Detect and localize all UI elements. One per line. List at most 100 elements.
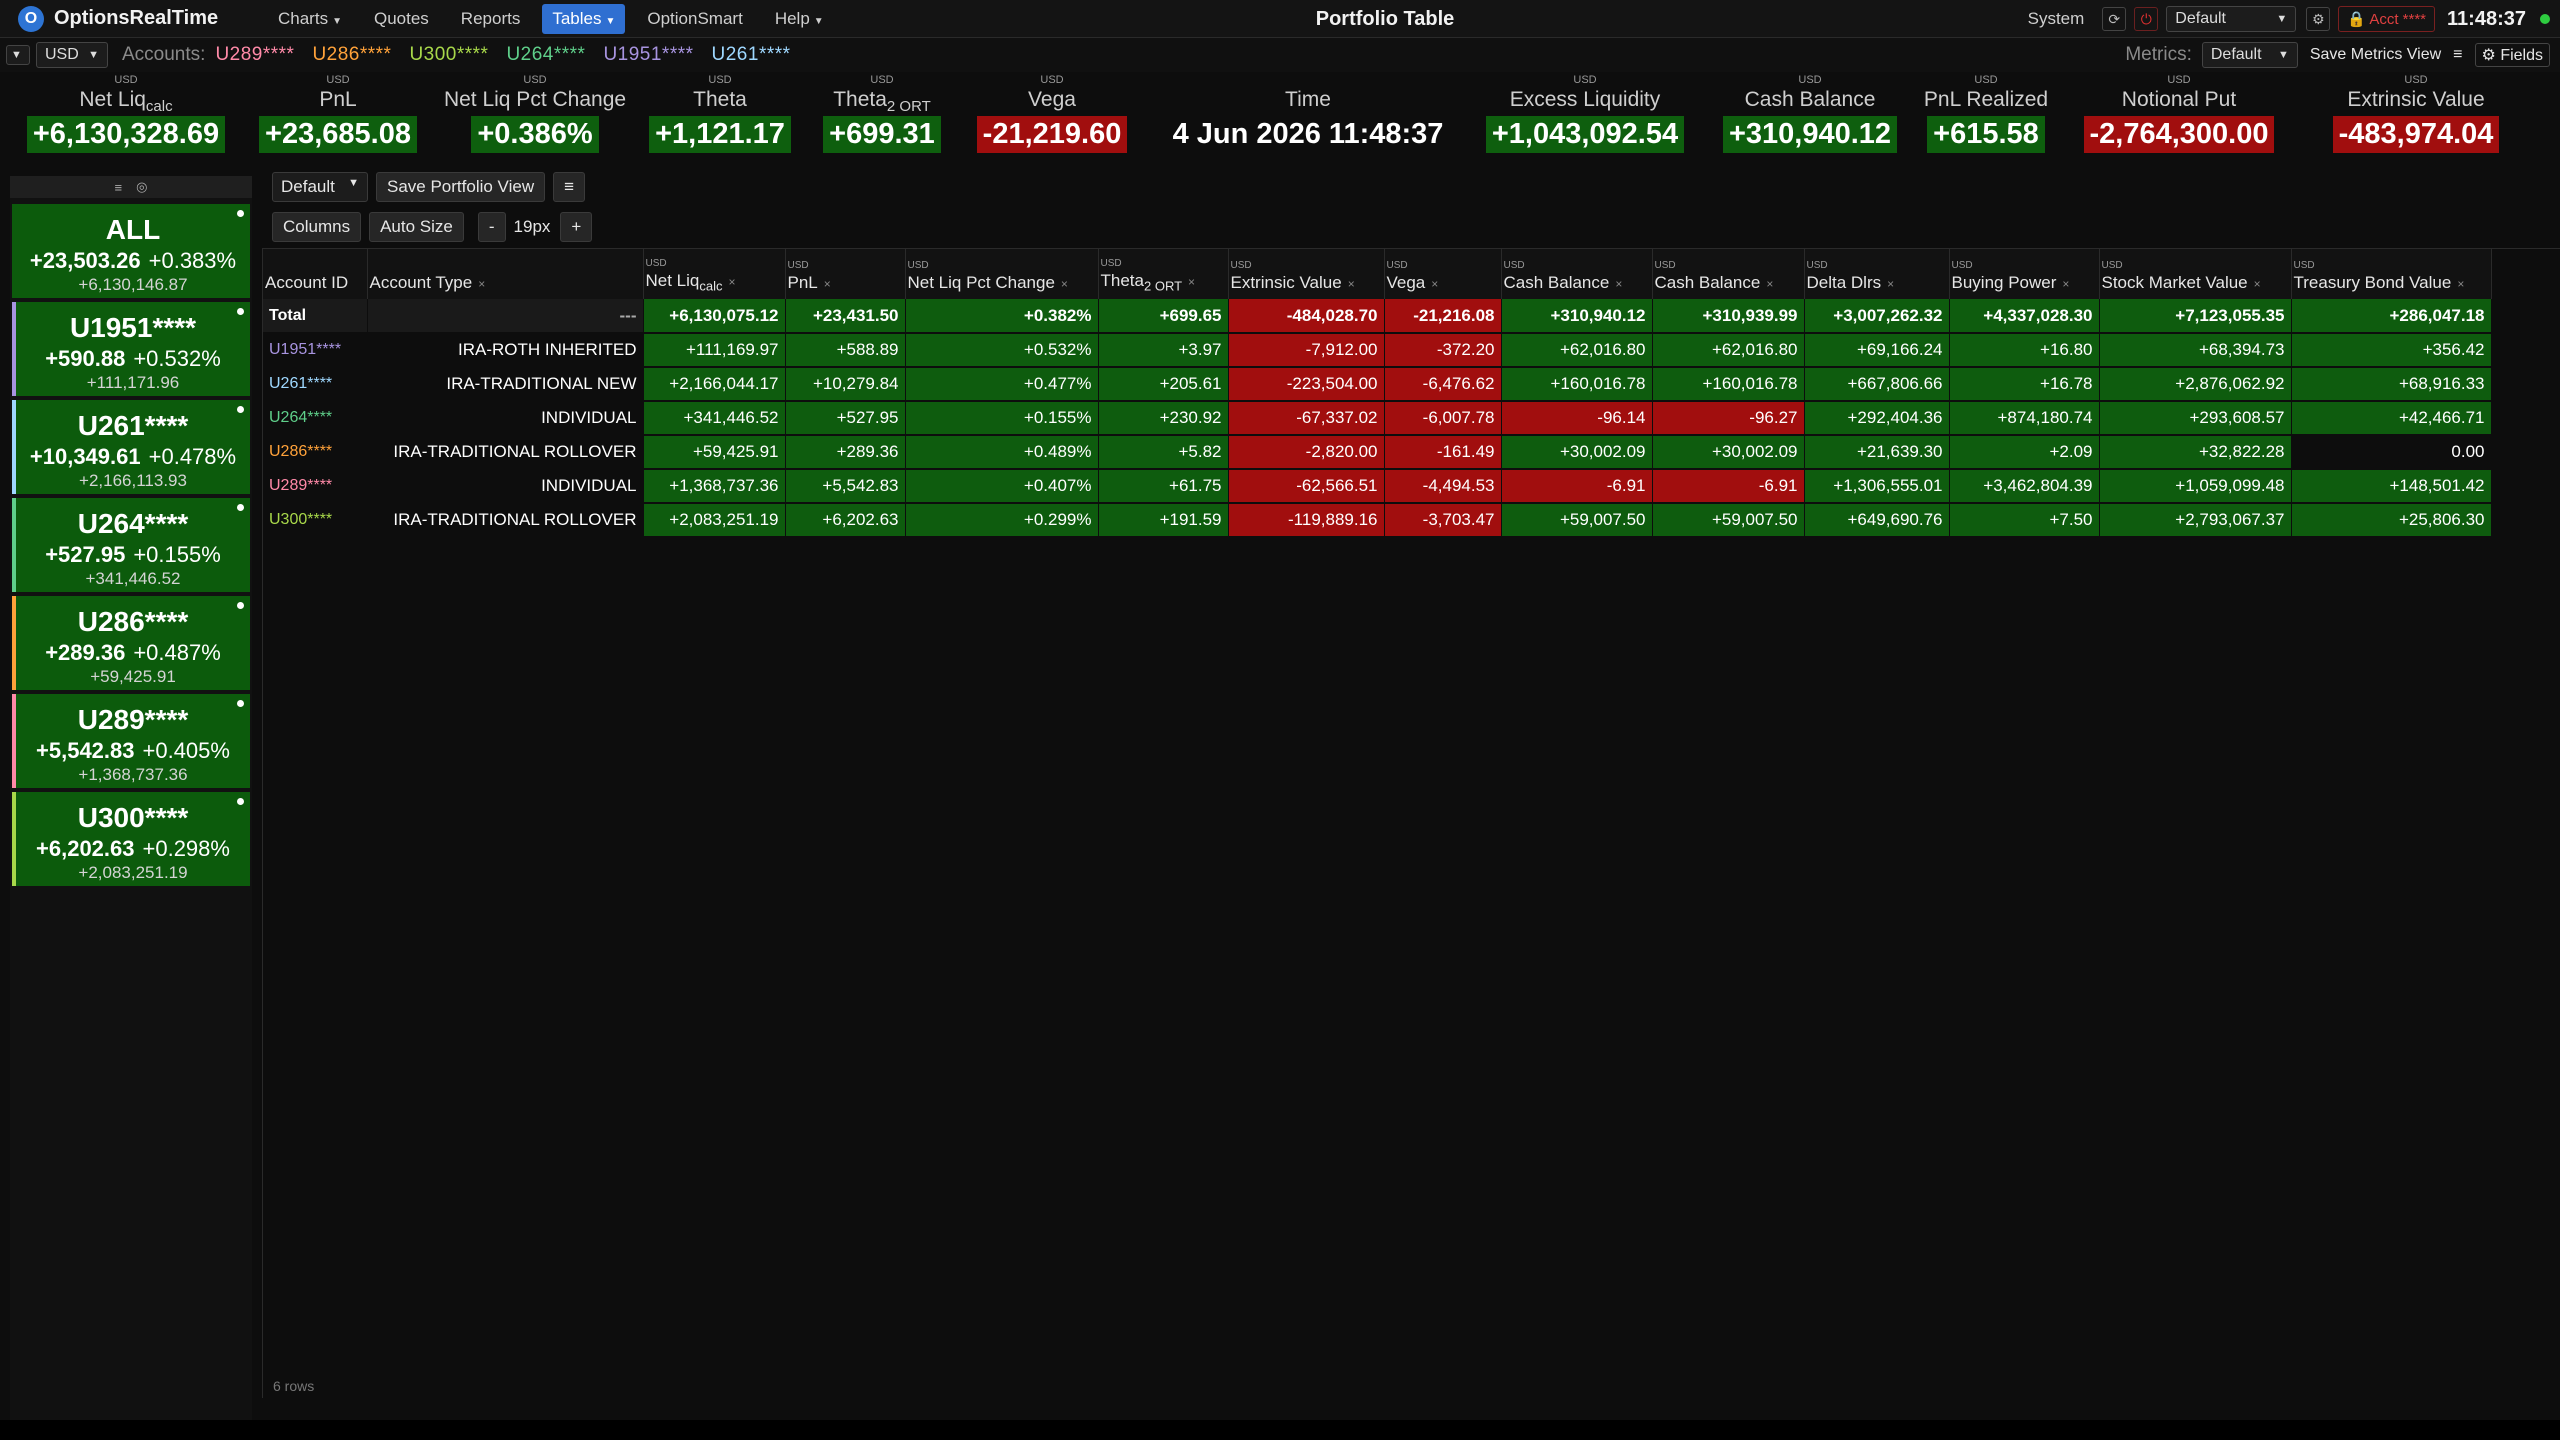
column-header[interactable]: USD Net Liqcalc × [643,249,786,299]
profile-select[interactable]: Default ▼ [2166,6,2297,32]
column-header[interactable]: Account Type × [367,249,644,299]
metric-theta[interactable]: USD Theta +1,121.17 [642,74,798,164]
column-header[interactable]: USD Buying Power × [1949,249,2100,299]
portfolio-view-select[interactable]: Default ▼ [272,172,368,202]
metric-net-liq-pct-change[interactable]: USD Net Liq Pct Change +0.386% [432,74,638,164]
column-header[interactable]: USD Stock Market Value × [2099,249,2292,299]
cell-account-id[interactable]: Total [263,299,368,334]
table-row[interactable]: U1951**** IRA-ROTH INHERITED +111,169.97 +5… [263,333,2492,368]
remove-column-icon[interactable]: × [1431,277,1438,291]
table-row[interactable]: U300**** IRA-TRADITIONAL ROLLOVER +2,083,2… [263,503,2492,538]
collapse-toggle[interactable]: ▼ [6,45,30,65]
target-icon[interactable]: ◎ [136,179,147,195]
metric-excess-liquidity[interactable]: USD Excess Liquidity +1,043,092.54 [1470,74,1700,164]
metrics-profile-select[interactable]: Default ▼ [2201,42,2298,68]
metric-notional-put[interactable]: USD Notional Put -2,764,300.00 [2062,74,2296,164]
fields-button[interactable]: ⚙ Fields [2474,43,2550,67]
column-header[interactable]: USD Vega × [1384,249,1502,299]
column-header[interactable]: USD Extrinsic Value × [1228,249,1385,299]
menu-quotes[interactable]: Quotes [364,4,439,34]
column-header[interactable]: USD Treasury Bond Value × [2291,249,2492,299]
metric-currency: USD [114,74,138,86]
metric-theta-2-ort[interactable]: USD Theta2 ORT +699.31 [806,74,958,164]
account-chip[interactable]: U289**** [215,44,294,66]
cell-account-id[interactable]: U286**** [263,435,368,470]
remove-column-icon[interactable]: × [1348,277,1355,291]
column-header[interactable]: USD PnL × [785,249,906,299]
cell-account-id[interactable]: U300**** [263,503,368,538]
account-chip[interactable]: U261**** [712,44,791,66]
column-header[interactable]: USD Net Liq Pct Change × [905,249,1099,299]
list-icon[interactable]: ≡ [115,180,123,195]
page-title: Portfolio Table [1315,8,1455,30]
save-metrics-view-button[interactable]: Save Metrics View [2310,46,2441,64]
menu-charts[interactable]: Charts ▼ [268,4,352,34]
remove-column-icon[interactable]: × [1615,277,1622,291]
power-icon[interactable]: ⏻ [2134,7,2159,31]
metric-extrinsic-value[interactable]: USD Extrinsic Value -483,974.04 [2300,74,2532,164]
metric-time[interactable]: Time 4 Jun 2026 11:48:37 [1148,74,1468,164]
column-header[interactable]: USD Delta Dlrs × [1804,249,1950,299]
menu-optionsmart[interactable]: OptionSmart [637,4,752,34]
view-menu-icon[interactable]: ≡ [553,172,586,202]
font-decrease-button[interactable]: - [477,212,506,242]
font-increase-button[interactable]: + [560,212,593,242]
app-logo[interactable]: O OptionsRealTime [18,5,238,32]
metric-cash-balance[interactable]: USD Cash Balance +310,940.12 [1706,74,1914,164]
acct-badge[interactable]: 🔒 Acct **** [2338,6,2436,32]
auto-size-button[interactable]: Auto Size [369,212,464,242]
columns-button[interactable]: Columns [272,212,362,242]
metrics-menu-icon[interactable]: ≡ [2453,46,2462,64]
table-row[interactable]: U261**** IRA-TRADITIONAL NEW +2,166,044.17… [263,367,2492,402]
remove-column-icon[interactable]: × [1188,275,1195,289]
remove-column-icon[interactable]: × [478,277,485,291]
account-card[interactable]: U1951**** +590.88 +0.532% +111,171.96 [12,302,250,396]
system-menu[interactable]: System [2028,9,2085,29]
remove-column-icon[interactable]: × [824,277,831,291]
column-header[interactable]: USD Cash Balance × [1501,249,1653,299]
menu-label: OptionSmart [647,8,743,28]
table-row[interactable]: U289**** INDIVIDUAL +1,368,737.36 +5,542.83… [263,469,2492,504]
currency-select[interactable]: USD ▼ [36,42,108,68]
account-card[interactable]: ALL +23,503.26 +0.383% +6,130,146.87 [12,204,250,298]
cell-account-id[interactable]: U264**** [263,401,368,436]
account-chip[interactable]: U300**** [409,44,488,66]
metric-vega[interactable]: USD Vega -21,219.60 [962,74,1142,164]
settings-icon[interactable]: ⚙ [2306,7,2331,31]
cell-account-id[interactable]: U289**** [263,469,368,504]
account-card[interactable]: U286**** +289.36 +0.487% +59,425.91 [12,596,250,690]
metric-net-liq-calc[interactable]: USD Net Liqcalc +6,130,328.69 [10,74,242,164]
account-card[interactable]: U289**** +5,542.83 +0.405% +1,368,737.36 [12,694,250,788]
remove-column-icon[interactable]: × [1887,277,1894,291]
cell-account-id[interactable]: U1951**** [263,333,368,368]
sidebar-tools: ≡ ◎ [10,176,252,198]
account-chip[interactable]: U264**** [506,44,585,66]
table-row[interactable]: U264**** INDIVIDUAL +341,446.52 +527.95 +0.1… [263,401,2492,436]
account-chip[interactable]: U286**** [312,44,391,66]
metric-pnl[interactable]: USD PnL +23,685.08 [246,74,430,164]
column-header[interactable]: USD Cash Balance × [1652,249,1805,299]
cell-account-id[interactable]: U261**** [263,367,368,402]
table-row[interactable]: U286**** IRA-TRADITIONAL ROLLOVER +59,425.… [263,435,2492,470]
account-card[interactable]: U300**** +6,202.63 +0.298% +2,083,251.19 [12,792,250,886]
remove-column-icon[interactable]: × [2457,277,2464,291]
menu-help[interactable]: Help ▼ [765,4,834,34]
remove-column-icon[interactable]: × [729,275,736,289]
total-row[interactable]: Total --- +6,130,075.12 +23,431.50 +0.382% +6… [263,299,2492,334]
column-header[interactable]: Account ID [263,249,368,299]
menu-tables[interactable]: Tables ▼ [542,3,626,34]
account-card[interactable]: U264**** +527.95 +0.155% +341,446.52 [12,498,250,592]
menu-reports[interactable]: Reports [451,4,531,34]
refresh-icon[interactable]: ⟳ [2102,7,2127,31]
column-header[interactable]: USD Theta2 ORT × [1098,249,1229,299]
remove-column-icon[interactable]: × [2062,277,2069,291]
save-portfolio-view-button[interactable]: Save Portfolio View [376,172,546,202]
account-chip[interactable]: U1951**** [603,44,693,66]
account-card-pnl-line: +289.36 +0.487% [16,640,250,666]
remove-column-icon[interactable]: × [2254,277,2261,291]
account-card[interactable]: U261**** +10,349.61 +0.478% +2,166,113.93 [12,400,250,494]
metric-pnl-realized[interactable]: USD PnL Realized +615.58 [1918,74,2054,164]
remove-column-icon[interactable]: × [1061,277,1068,291]
metric-label-text: Theta [693,88,747,111]
remove-column-icon[interactable]: × [1766,277,1773,291]
